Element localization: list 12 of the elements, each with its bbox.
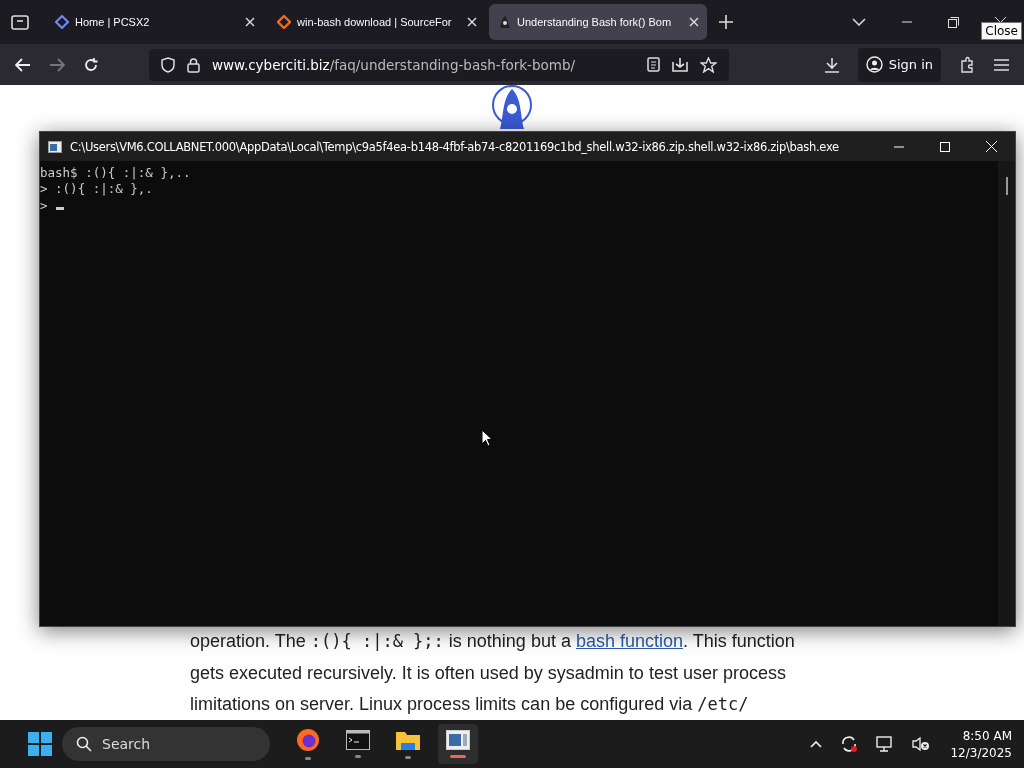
paragraph-line: gets executed recursively. It is often used by sysadmin to test user process xyxy=(190,661,787,685)
paragraph-line: limitations on server. Linux process limits can be configured via /etc/ xyxy=(190,693,750,716)
console-line: bash$ :(){ :|:& },.. xyxy=(40,164,191,180)
clock-time: 8:50 AM xyxy=(962,728,1012,743)
paragraph-line: operation. The :(){ :|:& };: is nothing but a bash function. This function xyxy=(190,630,796,653)
url-text: www.cyberciti.biz/faq/understanding-bash-fork-bomb/ xyxy=(212,56,575,73)
console-line: > xyxy=(40,197,48,213)
tooltip: Close xyxy=(981,22,1022,40)
console-line: > :(){ :|:& },. xyxy=(40,181,153,197)
window-title: C:\Users\VM6.COLLABNET.000\AppData\Local\Temp\c9a5f4ea-b148-4fbf-ab74-c8201169c1bd_shell.w32-ix86.zip.shell.w32-ix86.zip\bash.exe xyxy=(70,139,839,154)
clock-date: 12/3/2025 xyxy=(950,745,1012,760)
search-placeholder: Search xyxy=(102,736,151,752)
